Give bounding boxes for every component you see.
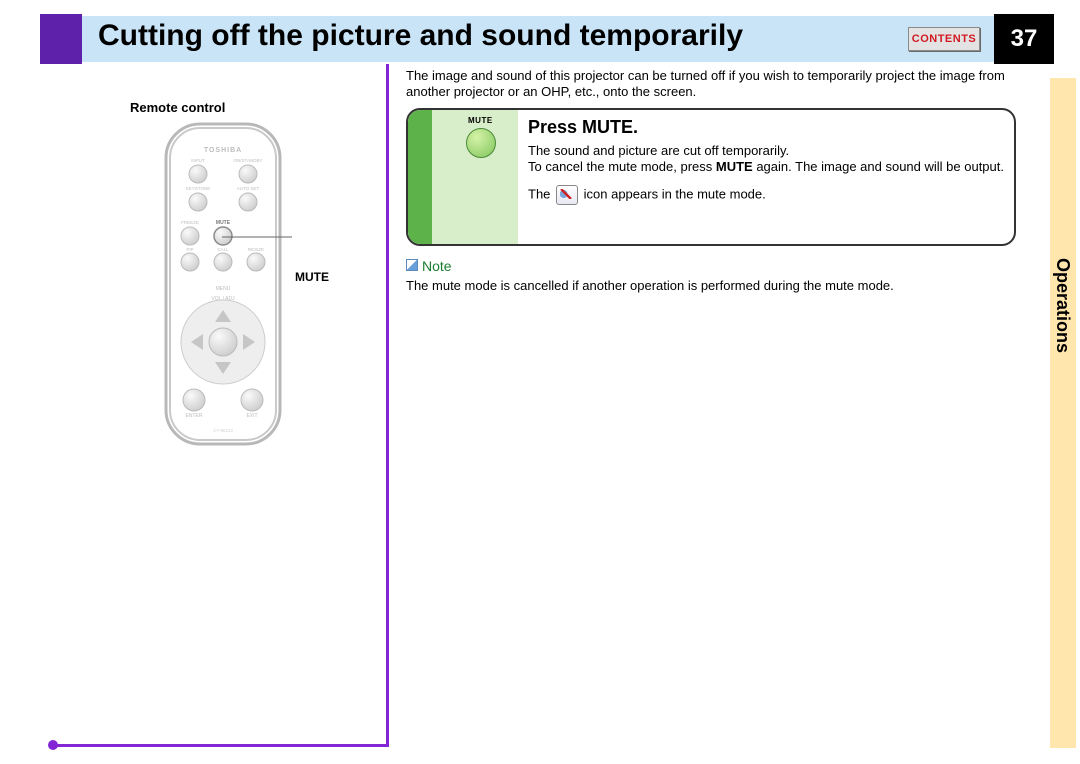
remote-brand-text: TOSHIBA xyxy=(204,147,242,154)
mute-mode-icon xyxy=(556,185,578,205)
note-body: The mute mode is cancelled if another op… xyxy=(406,278,1016,293)
svg-text:CALL: CALL xyxy=(217,247,229,252)
svg-text:PIP: PIP xyxy=(186,247,193,252)
svg-text:KEYSTONE: KEYSTONE xyxy=(186,186,210,191)
remote-control-icon: TOSHIBA INPUT ON/STANDBY KEYSTONE AUTO S… xyxy=(158,120,288,450)
page-title: Cutting off the picture and sound tempor… xyxy=(98,19,743,53)
svg-text:AUTO SET: AUTO SET xyxy=(237,186,260,191)
step-line3: The icon appears in the mute mode. xyxy=(528,185,1004,205)
svg-text:MENU: MENU xyxy=(216,286,231,292)
step-line2c: again. The image and sound will be outpu… xyxy=(753,159,1004,174)
divider-dot-icon xyxy=(48,740,58,750)
svg-text:ON/STANDBY: ON/STANDBY xyxy=(234,158,263,163)
remote-caption: Remote control xyxy=(130,100,380,115)
remote-column: Remote control MUTE TOSHIBA INPUT ON/STA… xyxy=(130,100,380,115)
svg-text:FREEZE: FREEZE xyxy=(181,220,199,225)
step-panel: MUTE Press MUTE. The sound and picture a… xyxy=(406,108,1016,246)
section-side-tab: Operations xyxy=(1050,78,1076,748)
note-heading-row: Note xyxy=(406,258,1016,274)
page-number: 37 xyxy=(994,14,1054,64)
svg-text:RESIZE: RESIZE xyxy=(248,247,264,252)
section-side-label: Operations xyxy=(1052,258,1073,353)
page-frame: Cutting off the picture and sound tempor… xyxy=(0,0,1080,764)
step-heading: Press MUTE. xyxy=(528,116,1004,139)
svg-text:INPUT: INPUT xyxy=(191,158,205,163)
mute-leader-line-icon xyxy=(222,232,312,242)
step-line3b: icon appears in the mute mode. xyxy=(584,186,766,201)
contents-button[interactable]: CONTENTS xyxy=(908,27,980,51)
note-label: Note xyxy=(422,258,452,274)
step-panel-accent xyxy=(408,110,432,244)
step-line3a: The xyxy=(528,186,554,201)
step-line2a: To cancel the mute mode, press xyxy=(528,159,716,174)
svg-text:ENTER: ENTER xyxy=(186,413,203,419)
step-line1: The sound and picture are cut off tempor… xyxy=(528,143,1004,159)
intro-text: The image and sound of this projector ca… xyxy=(406,68,1016,101)
step-line2: To cancel the mute mode, press MUTE agai… xyxy=(528,159,1004,175)
svg-text:CT-90113: CT-90113 xyxy=(213,428,233,433)
step-mute-bold: MUTE xyxy=(716,159,753,174)
vertical-divider xyxy=(386,64,389,744)
title-accent-square xyxy=(40,14,82,64)
note-area: Note The mute mode is cancelled if anoth… xyxy=(406,258,1016,293)
step-content: Press MUTE. The sound and picture are cu… xyxy=(528,116,1004,205)
svg-text:MUTE: MUTE xyxy=(216,220,231,226)
mute-button-icon xyxy=(466,128,496,158)
mute-tiny-label: MUTE xyxy=(468,116,493,125)
svg-text:EXIT: EXIT xyxy=(246,413,257,419)
title-bar: Cutting off the picture and sound tempor… xyxy=(40,16,1054,62)
mute-callout-label: MUTE xyxy=(295,270,329,284)
divider-foot xyxy=(50,744,389,747)
note-bullet-icon xyxy=(406,259,418,271)
